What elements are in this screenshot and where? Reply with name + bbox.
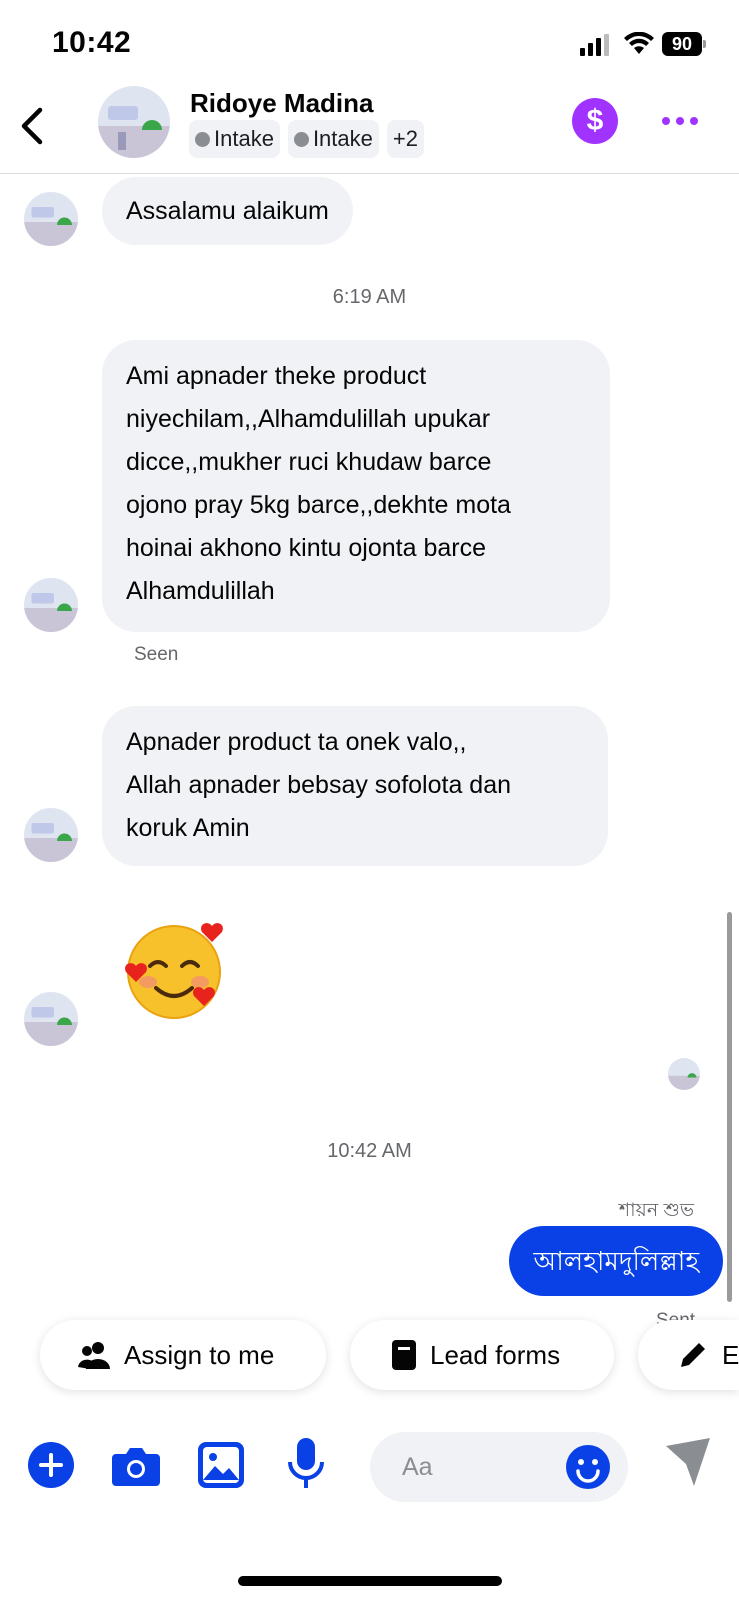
sender-avatar[interactable]	[24, 992, 78, 1046]
message-line: Ami apnader theke product	[126, 362, 427, 390]
seen-status: Seen	[134, 644, 179, 665]
status-time: 10:42	[52, 26, 132, 59]
smiling-face-with-hearts-emoji[interactable]	[122, 916, 232, 1026]
payment-button[interactable]: $	[572, 98, 618, 144]
sender-avatar[interactable]	[24, 578, 78, 632]
quick-actions-row: Assign to me Lead forms E	[0, 1312, 739, 1412]
message-bubble-incoming[interactable]: Assalamu alaikum	[102, 177, 353, 245]
chat-header: Ridoye Madina Intake Intake +2 $	[0, 80, 739, 174]
tag-intake-1[interactable]: Intake	[189, 120, 280, 158]
tag-intake-2[interactable]: Intake	[287, 120, 379, 158]
camera-icon[interactable]	[112, 1444, 160, 1486]
sender-avatar[interactable]	[24, 808, 78, 862]
back-arrow-icon[interactable]	[14, 102, 50, 150]
people-icon	[78, 1342, 110, 1369]
message-line: Allah apnader bebsay sofolota dan	[126, 771, 512, 799]
tag-dot-icon	[293, 131, 309, 147]
form-icon	[392, 1340, 416, 1370]
status-bar: 10:42 90	[0, 0, 739, 80]
scrollbar[interactable]	[727, 912, 732, 1302]
assign-to-me-button[interactable]: Assign to me	[40, 1320, 326, 1390]
battery-level: 90	[662, 32, 702, 56]
message-line: Alhamdulillah	[126, 577, 275, 605]
more-options-icon[interactable]	[660, 104, 700, 138]
message-input-placeholder: Aa	[402, 1453, 433, 1481]
message-line: hoinai akhono kintu ojonta barce	[126, 534, 486, 562]
message-line: Apnader product ta onek valo,,	[126, 728, 467, 756]
contact-name[interactable]: Ridoye Madina	[190, 88, 373, 119]
message-line: dicce,,mukher ruci khudaw barce	[126, 448, 492, 476]
send-icon[interactable]	[664, 1436, 712, 1488]
message-input[interactable]: Aa	[370, 1432, 628, 1502]
message-bubble-incoming[interactable]: Apnader product ta onek valo,, Allah apn…	[102, 706, 608, 866]
message-line: koruk Amin	[126, 814, 250, 842]
edit-button[interactable]: E	[638, 1320, 739, 1390]
message-bubble-outgoing[interactable]: আলহামদুলিল্লাহ	[509, 1226, 723, 1296]
sender-name-label: শায়ন শুভ	[618, 1200, 694, 1221]
read-receipt-avatar	[668, 1058, 700, 1090]
lead-forms-button[interactable]: Lead forms	[350, 1320, 614, 1390]
plus-icon[interactable]	[28, 1442, 74, 1488]
composer-bar: Aa	[0, 1420, 739, 1520]
message-timestamp: 10:42 AM	[327, 1140, 412, 1162]
pencil-icon	[681, 1343, 705, 1367]
emoji-icon[interactable]	[566, 1445, 610, 1489]
message-bubble-incoming[interactable]: Ami apnader theke product niyechilam,,Al…	[102, 340, 610, 632]
sender-avatar[interactable]	[24, 192, 78, 246]
battery-icon: 90	[662, 32, 706, 56]
contact-tags: Intake Intake +2	[189, 120, 424, 158]
microphone-icon[interactable]	[288, 1438, 324, 1492]
contact-avatar[interactable]	[98, 86, 170, 158]
cellular-signal-icon	[580, 34, 609, 56]
wifi-icon	[624, 32, 654, 54]
more-tags-badge[interactable]: +2	[386, 120, 424, 158]
message-line: niyechilam,,Alhamdulillah upukar	[126, 405, 491, 433]
tag-dot-icon	[195, 131, 210, 147]
message-line: ojono pray 5kg barce,,dekhte mota	[126, 491, 511, 519]
home-indicator[interactable]	[238, 1576, 502, 1586]
gallery-icon[interactable]	[198, 1442, 244, 1488]
message-timestamp: 6:19 AM	[332, 286, 407, 308]
